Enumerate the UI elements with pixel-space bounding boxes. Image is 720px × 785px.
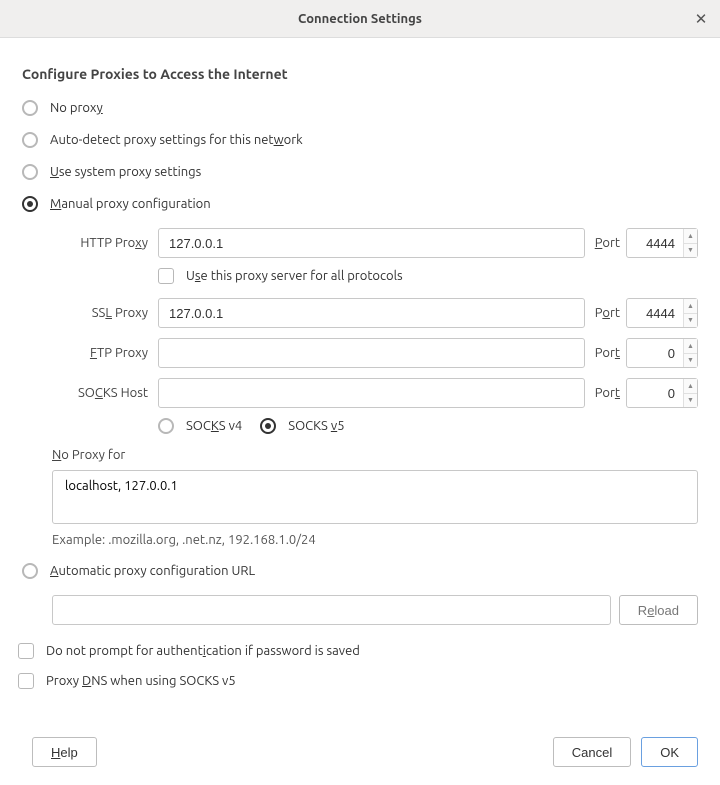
close-icon[interactable]: ✕: [692, 10, 710, 28]
use-all-checkbox[interactable]: [158, 268, 174, 284]
radio-manual[interactable]: [22, 196, 38, 212]
ssl-proxy-label: SSL Proxy: [52, 306, 152, 320]
http-proxy-label: HTTP Proxy: [52, 236, 152, 250]
spin-up-icon[interactable]: ▲: [684, 299, 697, 314]
spin-down-icon[interactable]: ▼: [684, 314, 697, 328]
cancel-button[interactable]: Cancel: [553, 737, 631, 767]
no-prompt-label[interactable]: Do not prompt for authentication if pass…: [46, 644, 360, 658]
socks-port-spinner[interactable]: ▲ ▼: [683, 379, 697, 407]
ftp-port-spinner[interactable]: ▲ ▼: [683, 339, 697, 367]
no-proxy-for-input[interactable]: [52, 470, 698, 524]
content: Configure Proxies to Access the Internet…: [0, 38, 720, 721]
ssl-proxy-input[interactable]: [158, 298, 585, 328]
dialog-footer: Help Cancel OK: [0, 723, 720, 785]
spin-down-icon[interactable]: ▼: [684, 244, 697, 258]
no-proxy-for-label: No Proxy for: [52, 448, 698, 462]
spin-up-icon[interactable]: ▲: [684, 379, 697, 394]
ok-button[interactable]: OK: [641, 737, 698, 767]
ftp-port-label: Port: [595, 346, 620, 360]
radio-auto-url[interactable]: [22, 563, 38, 579]
radio-no-proxy[interactable]: [22, 100, 38, 116]
socks-port-label: Port: [595, 386, 620, 400]
http-port-spinner[interactable]: ▲ ▼: [683, 229, 697, 257]
radio-system[interactable]: [22, 164, 38, 180]
manual-proxy-fields: HTTP Proxy Port ▲ ▼ Use this proxy serve…: [52, 228, 698, 434]
no-proxy-example: Example: .mozilla.org, .net.nz, 192.168.…: [52, 533, 698, 547]
help-button[interactable]: Help: [32, 737, 97, 767]
titlebar: Connection Settings ✕: [0, 0, 720, 38]
radio-auto-url-label[interactable]: Automatic proxy configuration URL: [50, 564, 255, 578]
radio-auto-detect-label[interactable]: Auto-detect proxy settings for this netw…: [50, 133, 303, 147]
auto-url-input[interactable]: [52, 595, 611, 625]
use-all-label[interactable]: Use this proxy server for all protocols: [186, 269, 403, 283]
window-title: Connection Settings: [298, 12, 422, 26]
proxy-dns-label[interactable]: Proxy DNS when using SOCKS v5: [46, 674, 236, 688]
ftp-proxy-input[interactable]: [158, 338, 585, 368]
spin-down-icon[interactable]: ▼: [684, 354, 697, 368]
ssl-port-spinner[interactable]: ▲ ▼: [683, 299, 697, 327]
no-prompt-checkbox[interactable]: [18, 643, 34, 659]
radio-socks5-label[interactable]: SOCKS v5: [288, 419, 344, 433]
radio-auto-detect[interactable]: [22, 132, 38, 148]
radio-system-label[interactable]: Use system proxy settings: [50, 165, 201, 179]
socks-host-input[interactable]: [158, 378, 585, 408]
http-port-label: Port: [595, 236, 620, 250]
ssl-port-label: Port: [595, 306, 620, 320]
spin-up-icon[interactable]: ▲: [684, 229, 697, 244]
proxy-dns-checkbox[interactable]: [18, 673, 34, 689]
spin-down-icon[interactable]: ▼: [684, 394, 697, 408]
spin-up-icon[interactable]: ▲: [684, 339, 697, 354]
radio-no-proxy-label[interactable]: No proxy: [50, 101, 103, 115]
http-proxy-input[interactable]: [158, 228, 585, 258]
socks-host-label: SOCKS Host: [52, 386, 152, 400]
reload-button[interactable]: Reload: [619, 595, 698, 625]
radio-socks5[interactable]: [260, 418, 276, 434]
radio-socks4-label[interactable]: SOCKS v4: [186, 419, 242, 433]
section-heading: Configure Proxies to Access the Internet: [22, 66, 698, 82]
radio-manual-label[interactable]: Manual proxy configuration: [50, 197, 211, 211]
ftp-proxy-label: FTP Proxy: [52, 346, 152, 360]
radio-socks4[interactable]: [158, 418, 174, 434]
